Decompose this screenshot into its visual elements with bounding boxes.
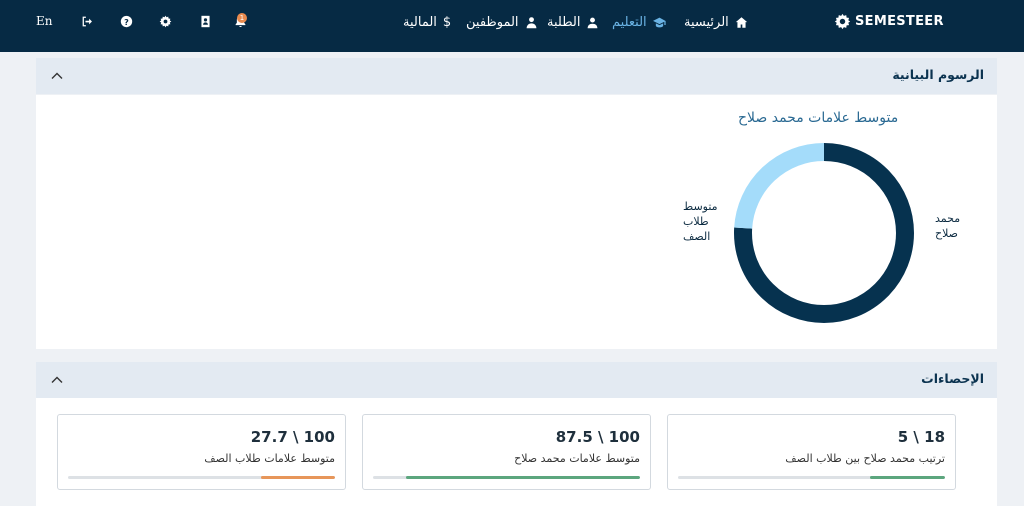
progress-fill: [261, 476, 335, 479]
gear-logo-icon: [834, 13, 851, 30]
stat-rank-caption: ترتيب محمد صلاح بين طلاب الصف: [785, 452, 945, 465]
stat-rank-progress: [678, 476, 945, 479]
stat-rank-value: 5 \ 18: [897, 428, 945, 446]
nav-students-label: الطلبة: [547, 14, 581, 30]
stat-card-student-average: 87.5 \ 100 متوسط علامات محمد صلاح: [362, 414, 651, 490]
id-card-icon: [200, 15, 210, 27]
legend-class-line-2: طلاب: [683, 215, 709, 228]
nav-employees-label: الموظفين: [466, 14, 519, 30]
stats-panel-title: الإحصاءات: [921, 371, 984, 386]
graduation-cap-icon: [652, 17, 666, 27]
legend-student: محمد صلاح: [935, 211, 960, 241]
home-icon: [735, 16, 747, 28]
nav-students[interactable]: الطلبة: [547, 0, 599, 44]
progress-fill: [406, 476, 640, 479]
notification-badge: 1: [237, 13, 247, 23]
students-icon: [588, 17, 598, 28]
nav-home[interactable]: الرئيسية: [684, 0, 748, 44]
legend-student-line-1: محمد: [935, 212, 961, 225]
gear-icon: [159, 15, 171, 27]
stat-card-class-average: 27.7 \ 100 متوسط علامات طلاب الصف: [57, 414, 346, 490]
legend-class-line-3: الصف: [683, 230, 711, 243]
profile-card-button[interactable]: [198, 14, 212, 28]
nav-employees[interactable]: الموظفين: [466, 0, 538, 44]
stat-class-average-progress: [68, 476, 335, 479]
legend-student-line-2: صلاح: [935, 227, 959, 240]
settings-button[interactable]: [158, 14, 172, 28]
nav-education[interactable]: التعليم: [612, 0, 666, 44]
employee-icon: [526, 16, 536, 28]
legend-class-line-1: متوسط: [683, 200, 718, 213]
help-button[interactable]: ?: [119, 14, 133, 28]
svg-text:?: ?: [124, 16, 129, 26]
help-icon: ?: [120, 15, 132, 27]
stats-panel-header[interactable]: الإحصاءات: [36, 362, 997, 398]
stat-student-average-caption: متوسط علامات محمد صلاح: [514, 452, 640, 465]
language-switch[interactable]: En: [36, 14, 53, 28]
brand-logo[interactable]: SEMESTEER: [834, 13, 944, 30]
top-navbar: SEMESTEER الرئيسية التعليم الطلبة الموظف…: [0, 0, 1024, 52]
stat-class-average-caption: متوسط علامات طلاب الصف: [204, 452, 335, 465]
nav-home-label: الرئيسية: [684, 14, 729, 30]
stat-student-average-progress: [373, 476, 640, 479]
progress-fill: [870, 476, 945, 479]
charts-panel-title: الرسوم البيانية: [892, 67, 984, 82]
charts-panel-header[interactable]: الرسوم البيانية: [36, 58, 997, 94]
stat-card-rank: 5 \ 18 ترتيب محمد صلاح بين طلاب الصف: [667, 414, 956, 490]
logout-icon: [82, 16, 92, 26]
dollar-icon: $: [442, 14, 452, 30]
chart-title: متوسط علامات محمد صلاح: [738, 110, 899, 126]
stat-student-average-value: 87.5 \ 100: [555, 428, 640, 446]
average-grades-donut-chart: [734, 143, 914, 323]
legend-class: متوسط طلاب الصف: [683, 199, 718, 244]
nav-finance-label: المالية: [403, 14, 437, 30]
brand-name: SEMESTEER: [855, 14, 944, 29]
nav-education-label: التعليم: [612, 14, 647, 30]
chevron-up-icon[interactable]: [50, 373, 64, 387]
nav-finance[interactable]: المالية $: [403, 0, 451, 44]
stat-class-average-value: 27.7 \ 100: [250, 428, 335, 446]
logout-button[interactable]: [80, 14, 94, 28]
chevron-up-icon[interactable]: [50, 69, 64, 83]
